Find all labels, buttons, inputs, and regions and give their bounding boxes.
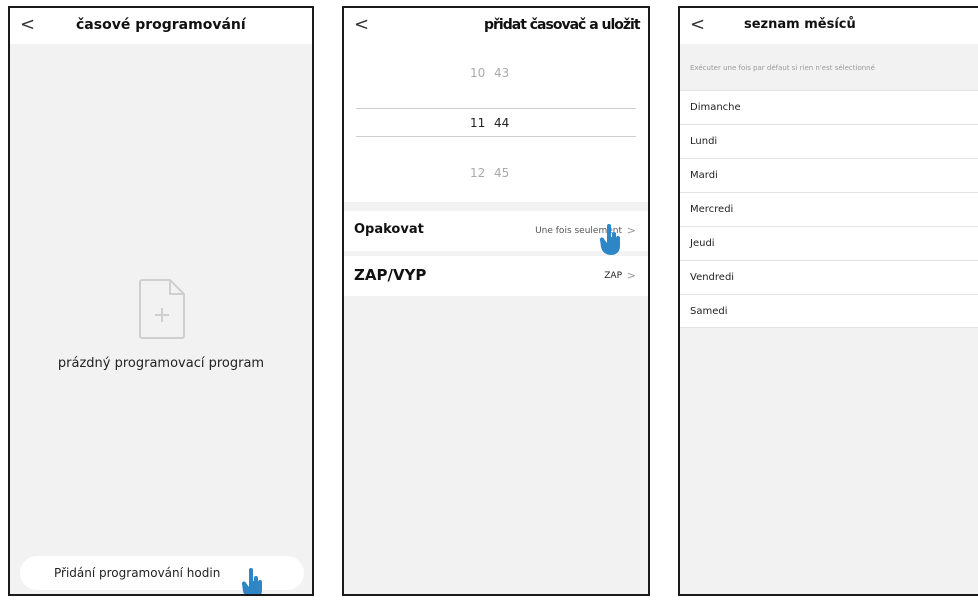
day-item-mercredi[interactable]: Mercredi xyxy=(680,192,978,226)
picker-hour: 11 xyxy=(470,116,486,130)
picker-hour: 10 xyxy=(470,66,486,80)
picker-divider xyxy=(356,136,636,137)
repeat-label: Opakovat xyxy=(354,222,424,237)
chevron-right-icon: > xyxy=(626,269,636,282)
day-item-dimanche[interactable]: Dimanche xyxy=(680,90,978,124)
day-item-vendredi[interactable]: Vendredi xyxy=(680,260,978,294)
picker-minute: 43 xyxy=(494,66,510,80)
picker-row[interactable]: 10 43 xyxy=(344,66,648,86)
phone-screen-day-list: < seznam měsíců Exécuter une fois par dé… xyxy=(678,6,978,596)
chevron-right-icon: > xyxy=(626,224,636,237)
onoff-label: ZAP/VYP xyxy=(354,266,427,284)
header: < časové programování xyxy=(10,8,312,44)
picker-row[interactable]: 12 45 xyxy=(344,166,648,186)
document-plus-icon xyxy=(139,279,185,339)
add-timer-button-label: Přidání programování hodin xyxy=(54,566,221,580)
picker-divider xyxy=(356,108,636,109)
back-button[interactable]: < xyxy=(354,14,369,36)
default-hint-text: Exécuter une fois par défaut si rien n'e… xyxy=(680,44,978,90)
back-button[interactable]: < xyxy=(20,14,35,36)
header: < seznam měsíců xyxy=(680,8,978,44)
hand-pointer-icon xyxy=(242,568,262,594)
phone-screen-add-timer: < přidat časovač a uložit 10 43 11 44 12… xyxy=(342,6,650,596)
back-button[interactable]: < xyxy=(690,14,705,36)
picker-minute: 45 xyxy=(494,166,510,180)
phone-screen-timer-list: < časové programování prázdný programova… xyxy=(8,6,314,596)
picker-minute: 44 xyxy=(494,116,510,130)
header: < přidat časovač a uložit xyxy=(344,8,648,44)
onoff-value: ZAP xyxy=(604,271,622,281)
page-title: časové programování xyxy=(76,17,246,33)
picker-hour: 12 xyxy=(470,166,486,180)
onoff-row[interactable]: ZAP/VYP ZAP > xyxy=(344,256,648,296)
day-item-jeudi[interactable]: Jeudi xyxy=(680,226,978,260)
day-item-mardi[interactable]: Mardi xyxy=(680,158,978,192)
page-title: seznam měsíců xyxy=(744,17,856,32)
page-title[interactable]: přidat časovač a uložit xyxy=(484,17,641,33)
day-item-lundi[interactable]: Lundi xyxy=(680,124,978,158)
hand-pointer-icon xyxy=(600,224,620,255)
picker-row-selected[interactable]: 11 44 xyxy=(344,116,648,136)
day-item-samedi[interactable]: Samedi xyxy=(680,294,978,328)
empty-state-text: prázdný programovací program xyxy=(57,356,265,371)
time-picker[interactable]: 10 43 11 44 12 45 xyxy=(344,44,648,202)
